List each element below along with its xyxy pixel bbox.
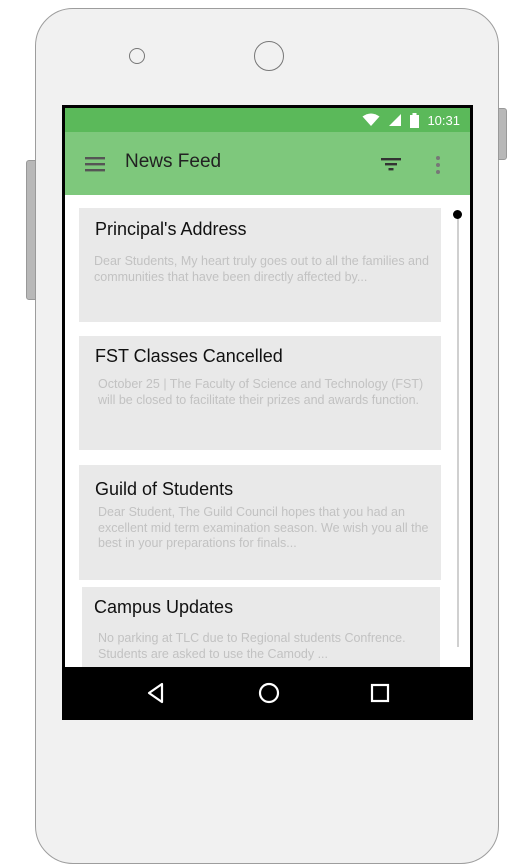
news-card[interactable]: Campus Updates No parking at TLC due to … xyxy=(82,587,440,667)
proximity-sensor xyxy=(129,48,145,64)
front-camera xyxy=(254,41,284,71)
volume-button[interactable] xyxy=(26,160,36,300)
news-card[interactable]: Guild of Students Dear Student, The Guil… xyxy=(79,465,441,580)
news-card-snippet: Dear Student, The Guild Council hopes th… xyxy=(98,505,429,550)
status-bar: 10:31 xyxy=(65,108,470,132)
power-button[interactable] xyxy=(498,108,507,160)
news-card-title: Principal's Address xyxy=(95,219,247,239)
wifi-icon xyxy=(362,113,380,126)
app-title: News Feed xyxy=(125,151,222,172)
scrollbar-thumb[interactable] xyxy=(453,210,462,219)
news-card-title: Campus Updates xyxy=(94,597,234,617)
menu-icon[interactable] xyxy=(83,153,107,175)
scrollbar-track[interactable] xyxy=(457,211,459,647)
news-card[interactable]: Principal's Address Dear Students, My he… xyxy=(79,208,441,322)
news-card-snippet: October 25 | The Faculty of Science and … xyxy=(98,377,424,407)
news-card-snippet: No parking at TLC due to Regional studen… xyxy=(98,631,406,661)
news-card-title: FST Classes Cancelled xyxy=(95,346,283,366)
signal-icon xyxy=(389,114,402,126)
news-card-snippet: Dear Students, My heart truly goes out t… xyxy=(94,254,429,284)
battery-icon xyxy=(410,112,420,128)
more-vert-icon[interactable] xyxy=(428,152,448,178)
home-icon[interactable] xyxy=(254,678,284,708)
status-time: 10:31 xyxy=(427,112,460,128)
news-feed-list[interactable]: Principal's Address Dear Students, My he… xyxy=(65,195,470,667)
news-card[interactable]: FST Classes Cancelled October 25 | The F… xyxy=(79,336,441,450)
back-icon[interactable] xyxy=(141,678,171,708)
app-bar: News Feed xyxy=(65,132,470,195)
filter-icon[interactable] xyxy=(378,151,404,175)
navigation-bar xyxy=(65,667,470,717)
recents-icon[interactable] xyxy=(365,678,395,708)
news-card-title: Guild of Students xyxy=(95,479,234,499)
phone-screen: 10:31 News Feed Principal's Address Dear… xyxy=(62,105,473,720)
